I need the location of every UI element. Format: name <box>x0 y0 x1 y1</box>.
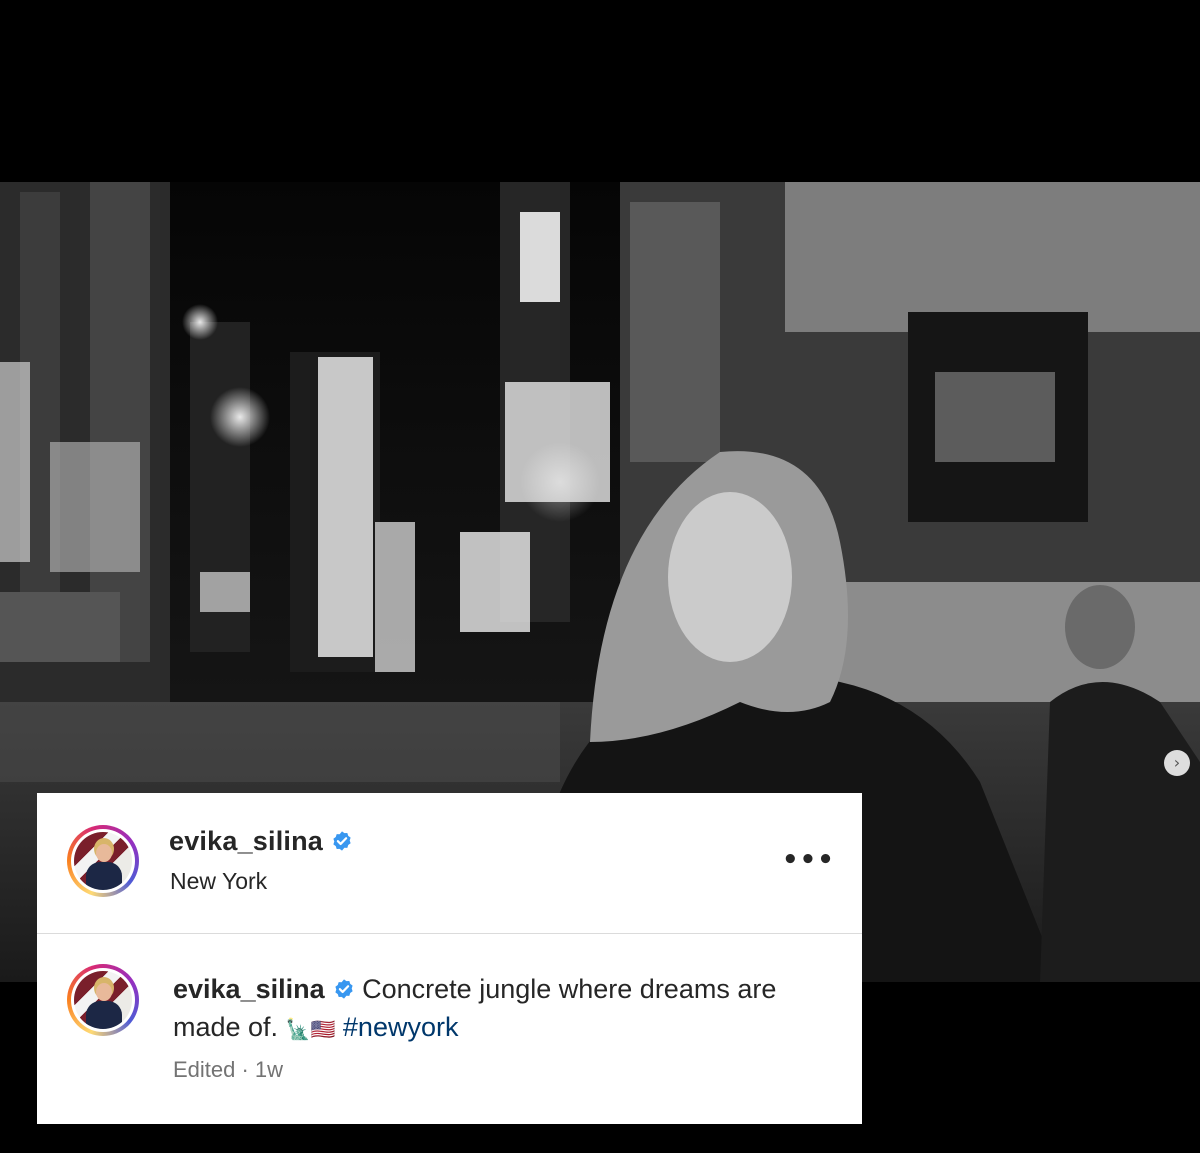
location-link[interactable]: New York <box>170 868 267 895</box>
avatar-image <box>74 971 132 1029</box>
caption: evika_silina Concrete jungle where dream… <box>173 970 813 1048</box>
post-header: evika_silina New York ••• <box>37 793 862 933</box>
divider <box>37 933 862 934</box>
hashtag-link[interactable]: #newyork <box>343 1012 459 1042</box>
verified-badge-icon <box>335 979 353 999</box>
username: evika_silina <box>169 826 324 856</box>
avatar-ring <box>71 829 135 893</box>
avatar-image <box>74 832 132 890</box>
chevron-right-icon: › <box>1173 753 1181 772</box>
next-photo-button[interactable]: › <box>1164 750 1190 776</box>
verified-badge-icon <box>333 831 351 851</box>
caption-username[interactable]: evika_silina <box>173 974 325 1004</box>
avatar[interactable] <box>67 825 139 897</box>
more-options-icon[interactable]: ••• <box>782 843 834 877</box>
username-link[interactable]: evika_silina <box>169 826 353 857</box>
post-info-card: evika_silina New York ••• evika_silina C… <box>37 793 862 1124</box>
avatar-ring <box>71 968 135 1032</box>
post-meta: Edited · 1w <box>173 1057 284 1082</box>
statue-of-liberty-flag-emoji: 🗽🇺🇸 <box>285 1017 336 1041</box>
caption-avatar[interactable] <box>67 964 139 1036</box>
